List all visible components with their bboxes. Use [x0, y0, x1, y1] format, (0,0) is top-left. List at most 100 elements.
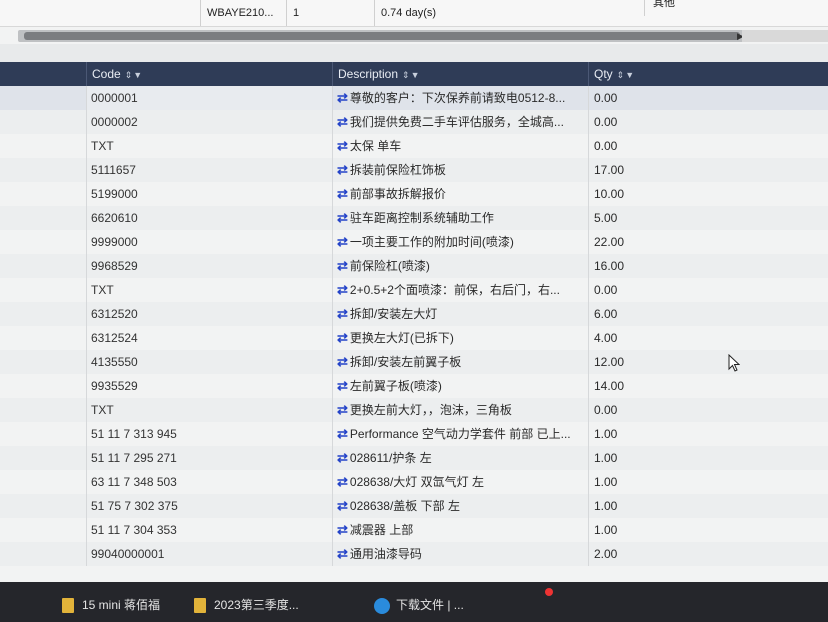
cell-code[interactable]: 99040000001	[86, 542, 332, 566]
cell-qty[interactable]: 1.00	[588, 422, 828, 446]
table-row[interactable]: 6312520 ⇄ 拆卸/安装左大灯 6.00	[0, 302, 828, 326]
cell-description[interactable]: ⇄ 028638/盖板 下部 左	[332, 494, 588, 518]
transfer-icon[interactable]: ⇄	[337, 450, 348, 465]
cell-code[interactable]: 51 11 7 313 945	[86, 422, 332, 446]
table-row[interactable]: 6620610 ⇄ 驻车距离控制系统辅助工作 5.00	[0, 206, 828, 230]
table-row[interactable]: 51 11 7 295 271 ⇄ 028611/护条 左 1.00	[0, 446, 828, 470]
cell-qty[interactable]: 12.00	[588, 350, 828, 374]
taskbar-item-folder-2[interactable]: 2023第三季度...	[194, 596, 299, 614]
table-row[interactable]: 9935529 ⇄ 左前翼子板(喷漆) 14.00	[0, 374, 828, 398]
cell-description[interactable]: ⇄ 太保 单车	[332, 134, 588, 158]
filter-icon[interactable]: ▼	[411, 70, 420, 80]
transfer-icon[interactable]: ⇄	[337, 402, 348, 417]
column-header-description[interactable]: Description ⇕▼	[332, 62, 588, 86]
taskbar-item-folder-1[interactable]: 15 mini 蒋佰福	[62, 596, 160, 614]
transfer-icon[interactable]: ⇄	[337, 138, 348, 153]
table-row[interactable]: 99040000001 ⇄ 通用油漆导码 2.00	[0, 542, 828, 566]
transfer-icon[interactable]: ⇄	[337, 474, 348, 489]
cell-code[interactable]: TXT	[86, 134, 332, 158]
table-row[interactable]: 9968529 ⇄ 前保险杠(喷漆) 16.00	[0, 254, 828, 278]
taskbar-item-download[interactable]: 下载文件 | ...	[374, 596, 464, 614]
cell-code[interactable]: 9968529	[86, 254, 332, 278]
filter-icon[interactable]: ▼	[625, 70, 634, 80]
transfer-icon[interactable]: ⇄	[337, 546, 348, 561]
transfer-icon[interactable]: ⇄	[337, 498, 348, 513]
cell-code[interactable]: 6620610	[86, 206, 332, 230]
cell-description[interactable]: ⇄ 更换左大灯(已拆下)	[332, 326, 588, 350]
transfer-icon[interactable]: ⇄	[337, 234, 348, 249]
cell-code[interactable]: 51 11 7 304 353	[86, 518, 332, 542]
cell-qty[interactable]: 14.00	[588, 374, 828, 398]
table-row[interactable]: 0000001 ⇄ 尊敬的客户：下次保养前请致电0512-8... 0.00	[0, 86, 828, 110]
transfer-icon[interactable]: ⇄	[337, 330, 348, 345]
cell-description[interactable]: ⇄ 减震器 上部	[332, 518, 588, 542]
cell-qty[interactable]: 0.00	[588, 134, 828, 158]
cell-qty[interactable]: 22.00	[588, 230, 828, 254]
cell-qty[interactable]: 0.00	[588, 398, 828, 422]
cell-code[interactable]: TXT	[86, 278, 332, 302]
cell-qty[interactable]: 0.00	[588, 278, 828, 302]
horizontal-scrollbar[interactable]	[18, 30, 744, 42]
table-row[interactable]: 6312524 ⇄ 更换左大灯(已拆下) 4.00	[0, 326, 828, 350]
table-row[interactable]: 5199000 ⇄ 前部事故拆解报价 10.00	[0, 182, 828, 206]
cell-description[interactable]: ⇄ 前部事故拆解报价	[332, 182, 588, 206]
transfer-icon[interactable]: ⇄	[337, 114, 348, 129]
transfer-icon[interactable]: ⇄	[337, 306, 348, 321]
transfer-icon[interactable]: ⇄	[337, 282, 348, 297]
transfer-icon[interactable]: ⇄	[337, 90, 348, 105]
table-row[interactable]: 63 11 7 348 503 ⇄ 028638/大灯 双氙气灯 左 1.00	[0, 470, 828, 494]
table-row[interactable]: 9999000 ⇄ 一项主要工作的附加时间(喷漆) 22.00	[0, 230, 828, 254]
cell-qty[interactable]: 1.00	[588, 446, 828, 470]
cell-code[interactable]: 6312520	[86, 302, 332, 326]
table-row[interactable]: 51 11 7 313 945 ⇄ Performance 空气动力学套件 前部 已…	[0, 422, 828, 446]
cell-description[interactable]: ⇄ 尊敬的客户：下次保养前请致电0512-8...	[332, 86, 588, 110]
cell-code[interactable]: 9999000	[86, 230, 332, 254]
cell-description[interactable]: ⇄ 一项主要工作的附加时间(喷漆)	[332, 230, 588, 254]
column-header-code[interactable]: Code ⇕▼	[86, 62, 332, 86]
cell-description[interactable]: ⇄ 拆卸/安装左前翼子板	[332, 350, 588, 374]
transfer-icon[interactable]: ⇄	[337, 378, 348, 393]
cell-qty[interactable]: 6.00	[588, 302, 828, 326]
cell-qty[interactable]: 1.00	[588, 494, 828, 518]
cell-description[interactable]: ⇄ 通用油漆导码	[332, 542, 588, 566]
transfer-icon[interactable]: ⇄	[337, 186, 348, 201]
cell-qty[interactable]: 4.00	[588, 326, 828, 350]
cell-description[interactable]: ⇄ 我们提供免费二手车评估服务，全城高...	[332, 110, 588, 134]
table-row[interactable]: 0000002 ⇄ 我们提供免费二手车评估服务，全城高... 0.00	[0, 110, 828, 134]
transfer-icon[interactable]: ⇄	[337, 354, 348, 369]
cell-qty[interactable]: 1.00	[588, 470, 828, 494]
cell-qty[interactable]: 17.00	[588, 158, 828, 182]
transfer-icon[interactable]: ⇄	[337, 522, 348, 537]
sort-icon[interactable]: ⇕	[402, 70, 410, 80]
cell-qty[interactable]: 0.00	[588, 110, 828, 134]
table-row[interactable]: 51 11 7 304 353 ⇄ 减震器 上部 1.00	[0, 518, 828, 542]
sort-icon[interactable]: ⇕	[617, 70, 625, 80]
cell-code[interactable]: 6312524	[86, 326, 332, 350]
cell-description[interactable]: ⇄ 左前翼子板(喷漆)	[332, 374, 588, 398]
transfer-icon[interactable]: ⇄	[337, 162, 348, 177]
cell-description[interactable]: ⇄ 028611/护条 左	[332, 446, 588, 470]
cell-description[interactable]: ⇄ 前保险杠(喷漆)	[332, 254, 588, 278]
table-row[interactable]: TXT ⇄ 2+0.5+2个面喷漆：前保，右后门，右... 0.00	[0, 278, 828, 302]
cell-description[interactable]: ⇄ 2+0.5+2个面喷漆：前保，右后门，右...	[332, 278, 588, 302]
cell-code[interactable]: 9935529	[86, 374, 332, 398]
cell-description[interactable]: ⇄ 拆卸/安装左大灯	[332, 302, 588, 326]
cell-qty[interactable]: 10.00	[588, 182, 828, 206]
table-row[interactable]: 51 75 7 302 375 ⇄ 028638/盖板 下部 左 1.00	[0, 494, 828, 518]
transfer-icon[interactable]: ⇄	[337, 258, 348, 273]
scrollbar-thumb[interactable]	[24, 32, 740, 40]
transfer-icon[interactable]: ⇄	[337, 210, 348, 225]
table-row[interactable]: TXT ⇄ 更换左前大灯，，泡沫，三角板 0.00	[0, 398, 828, 422]
transfer-icon[interactable]: ⇄	[337, 426, 348, 441]
cell-description[interactable]: ⇄ 028638/大灯 双氙气灯 左	[332, 470, 588, 494]
cell-code[interactable]: 0000001	[86, 86, 332, 110]
cell-code[interactable]: 5199000	[86, 182, 332, 206]
cell-code[interactable]: 0000002	[86, 110, 332, 134]
cell-code[interactable]: 5111657	[86, 158, 332, 182]
cell-code[interactable]: 51 75 7 302 375	[86, 494, 332, 518]
table-row[interactable]: 5111657 ⇄ 拆装前保险杠饰板 17.00	[0, 158, 828, 182]
cell-qty[interactable]: 1.00	[588, 518, 828, 542]
cell-description[interactable]: ⇄ 拆装前保险杠饰板	[332, 158, 588, 182]
cell-code[interactable]: 63 11 7 348 503	[86, 470, 332, 494]
sort-icon[interactable]: ⇕	[125, 70, 133, 80]
